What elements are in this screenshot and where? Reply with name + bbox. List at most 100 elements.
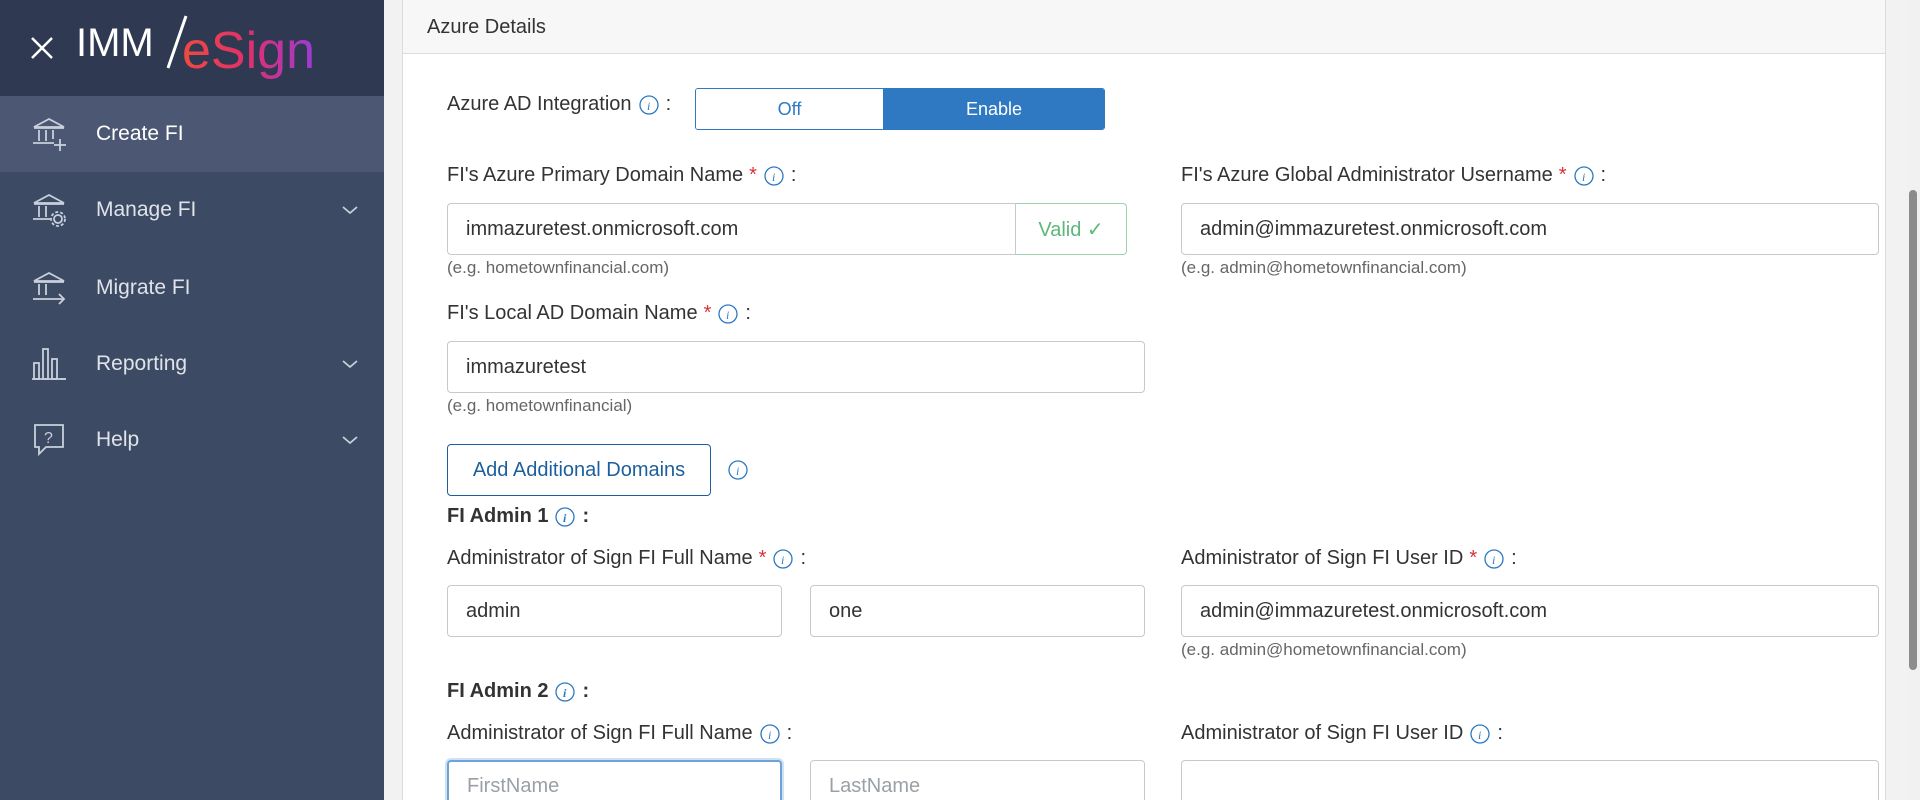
global-admin-label-text: FI's Azure Global Administrator Username <box>1181 164 1553 186</box>
main-content: Azure Details Azure AD Integration i : O… <box>384 0 1920 800</box>
svg-text:i: i <box>781 553 784 567</box>
bar-chart-icon <box>32 348 66 380</box>
colon: : <box>1511 547 1517 569</box>
primary-domain-label: FI's Azure Primary Domain Name * i : <box>447 164 796 187</box>
svg-text:i: i <box>647 99 650 113</box>
sidebar-item-label: Help <box>96 428 140 451</box>
scrollbar-thumb[interactable] <box>1909 190 1917 670</box>
admin1-last-name-input[interactable] <box>810 585 1145 637</box>
azure-details-panel: Azure Details Azure AD Integration i : O… <box>402 0 1886 800</box>
sidebar-item-label: Migrate FI <box>96 276 191 299</box>
sidebar-item-label: Create FI <box>96 122 184 145</box>
admin1-userid-label: Administrator of Sign FI User ID * i : <box>1181 547 1517 570</box>
info-icon[interactable]: i <box>717 303 739 325</box>
sidebar-item-help[interactable]: ? Help <box>0 402 384 478</box>
colon: : <box>665 93 672 115</box>
required-marker: * <box>1558 164 1567 186</box>
admin2-first-name-input[interactable] <box>447 760 782 800</box>
logo-text-left: IMM <box>76 21 154 65</box>
svg-text:i: i <box>563 686 567 700</box>
info-icon[interactable]: i <box>1483 548 1505 570</box>
fi-admin-2-heading-text: FI Admin 2 <box>447 680 549 702</box>
admin1-userid-hint: (e.g. admin@hometownfinancial.com) <box>1181 640 1467 659</box>
global-admin-hint: (e.g. admin@hometownfinancial.com) <box>1181 258 1467 277</box>
colon: : <box>582 680 590 702</box>
bank-plus-icon <box>33 117 66 151</box>
admin2-userid-label: Administrator of Sign FI User ID i : <box>1181 722 1503 745</box>
sidebar-item-migrate-fi[interactable]: Migrate FI <box>0 250 384 326</box>
required-marker: * <box>758 547 767 569</box>
local-ad-input[interactable] <box>447 341 1145 393</box>
info-icon[interactable]: i <box>554 681 576 703</box>
local-ad-label: FI's Local AD Domain Name * i : <box>447 302 751 325</box>
admin1-userid-input[interactable] <box>1181 585 1879 637</box>
required-marker: * <box>1469 547 1478 569</box>
sidebar-header: IMM eSign <box>0 0 384 96</box>
sidebar-item-create-fi[interactable]: Create FI <box>0 96 384 172</box>
admin2-fullname-label-text: Administrator of Sign FI Full Name <box>447 722 753 744</box>
page-scrollbar[interactable] <box>1906 0 1920 800</box>
colon: : <box>790 164 797 186</box>
colon: : <box>800 547 807 569</box>
global-admin-label: FI's Azure Global Administrator Username… <box>1181 164 1606 187</box>
info-icon[interactable]: i <box>1573 165 1595 187</box>
sidebar-item-label: Reporting <box>96 352 188 375</box>
info-icon[interactable]: i <box>759 723 781 745</box>
add-additional-domains-button[interactable]: Add Additional Domains <box>447 444 711 496</box>
close-icon[interactable] <box>26 32 58 64</box>
admin2-last-name-input[interactable] <box>810 760 1145 800</box>
local-ad-hint: (e.g. hometownfinancial) <box>447 396 633 415</box>
panel-header: Azure Details <box>403 0 1885 54</box>
admin1-userid-label-text: Administrator of Sign FI User ID <box>1181 547 1464 569</box>
logo-text-right: eSign <box>182 22 314 80</box>
info-icon[interactable]: i <box>638 94 660 116</box>
colon: : <box>1600 164 1607 186</box>
bank-gear-icon <box>33 193 66 227</box>
sidebar-item-manage-fi[interactable]: Manage FI <box>0 172 384 248</box>
svg-text:i: i <box>772 170 775 184</box>
sidebar: IMM eSign Create FI Manage FI Migrate FI… <box>0 0 384 800</box>
valid-badge: Valid ✓ <box>1015 203 1127 255</box>
colon: : <box>1497 722 1503 744</box>
primary-domain-input[interactable] <box>447 203 1039 255</box>
svg-text:i: i <box>1478 728 1481 742</box>
fi-admin-1-heading-text: FI Admin 1 <box>447 505 549 527</box>
svg-text:i: i <box>726 308 729 322</box>
required-marker: * <box>749 164 757 186</box>
required-marker: * <box>703 302 712 324</box>
local-ad-label-text: FI's Local AD Domain Name <box>447 302 698 324</box>
question-bubble-icon: ? <box>34 424 64 457</box>
chevron-down-icon <box>342 436 358 445</box>
admin1-first-name-input[interactable] <box>447 585 782 637</box>
info-icon[interactable]: i <box>772 548 794 570</box>
admin1-fullname-label: Administrator of Sign FI Full Name * i : <box>447 547 806 570</box>
colon: : <box>745 302 751 324</box>
imm-esign-logo: IMM eSign <box>76 15 314 80</box>
svg-text:i: i <box>1582 170 1585 184</box>
chevron-down-icon <box>342 206 358 215</box>
admin2-userid-label-text: Administrator of Sign FI User ID <box>1181 722 1464 744</box>
svg-text:i: i <box>736 464 739 478</box>
toggle-enable-button[interactable]: Enable <box>884 89 1104 129</box>
info-icon[interactable]: i <box>554 506 576 528</box>
admin2-userid-input[interactable] <box>1181 760 1879 800</box>
sidebar-item-reporting[interactable]: Reporting <box>0 326 384 402</box>
primary-domain-hint: (e.g. hometownfinancial.com) <box>447 258 670 277</box>
toggle-off-button[interactable]: Off <box>696 89 884 129</box>
svg-text:?: ? <box>44 430 53 447</box>
sidebar-item-label: Manage FI <box>96 198 197 221</box>
fi-admin-1-heading: FI Admin 1 i : <box>447 505 589 528</box>
fi-admin-2-heading: FI Admin 2 i : <box>447 680 589 703</box>
colon: : <box>786 722 793 744</box>
chevron-down-icon <box>342 360 358 369</box>
global-admin-input[interactable] <box>1181 203 1879 255</box>
svg-text:i: i <box>563 511 567 525</box>
info-icon[interactable]: i <box>727 459 749 481</box>
panel-title: Azure Details <box>427 16 546 38</box>
info-icon[interactable]: i <box>1469 723 1491 745</box>
bank-arrow-icon <box>33 271 66 305</box>
info-icon[interactable]: i <box>763 165 785 187</box>
azure-ad-label: Azure AD Integration i : <box>447 93 671 116</box>
primary-domain-label-text: FI's Azure Primary Domain Name <box>447 164 744 186</box>
admin1-fullname-label-text: Administrator of Sign FI Full Name <box>447 547 753 569</box>
